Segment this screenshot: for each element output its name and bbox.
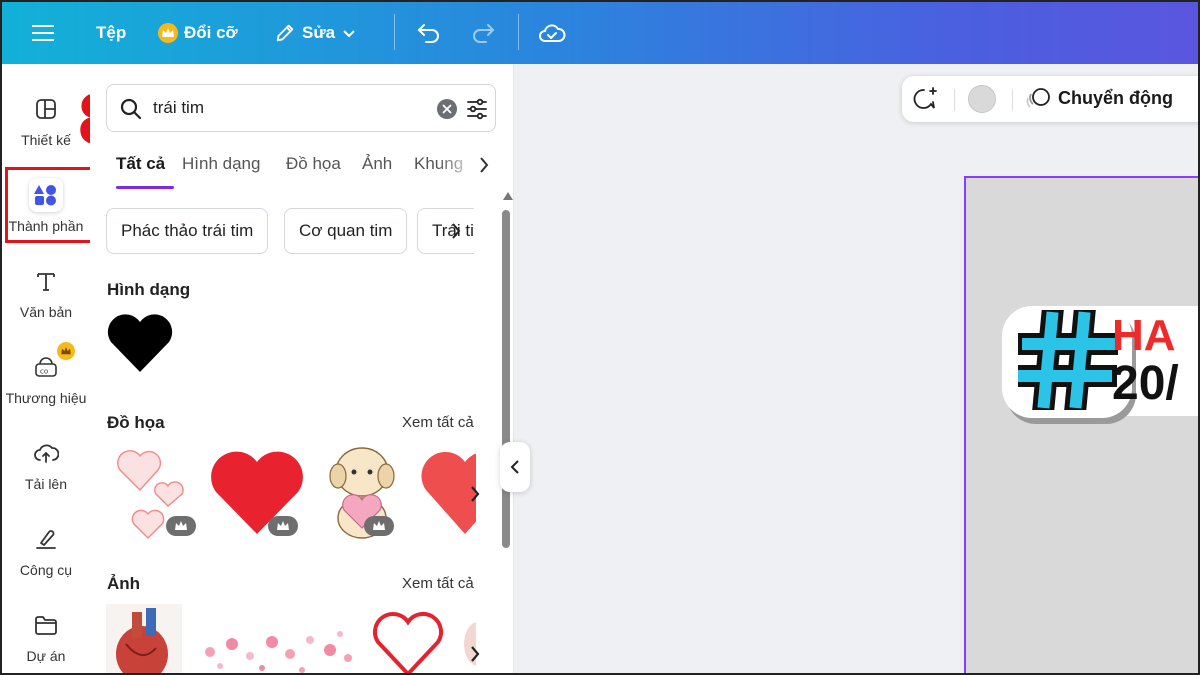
- tab-all[interactable]: Tất cả: [116, 154, 165, 174]
- filter-icon[interactable]: [465, 97, 489, 121]
- redo-icon[interactable]: [470, 2, 496, 64]
- crown-icon: [57, 342, 75, 360]
- search-box: [106, 84, 496, 132]
- top-bar: Tệp Đổi cỡ Sửa: [2, 2, 1198, 64]
- graphic-thumbnail-red-heart[interactable]: [210, 442, 304, 542]
- layout-icon: [29, 92, 63, 126]
- undo-icon[interactable]: [416, 2, 442, 64]
- tab-shapes[interactable]: Hình dạng: [182, 154, 260, 174]
- chip-heart-organ[interactable]: Cơ quan tim: [284, 208, 408, 254]
- color-swatch[interactable]: [968, 85, 996, 113]
- resize-label: Đổi cỡ: [184, 23, 238, 42]
- section-title-shapes: Hình dạng: [107, 280, 191, 299]
- active-tab-indicator: [116, 186, 174, 189]
- clear-search-icon[interactable]: [437, 99, 457, 119]
- search-input[interactable]: [153, 95, 403, 121]
- file-menu-button[interactable]: Tệp: [96, 2, 126, 64]
- rail-item-label: Thiết kế: [21, 132, 71, 148]
- tools-icon: [29, 522, 63, 556]
- text-icon: [29, 264, 63, 298]
- animate-label: Chuyển động: [1058, 87, 1173, 108]
- rail-item-label: Văn bản: [19, 304, 73, 320]
- rail-item-projects[interactable]: Dự án: [2, 598, 90, 673]
- tab-graphics[interactable]: Đồ họa: [286, 154, 341, 174]
- toolbar-divider: [518, 14, 519, 50]
- design-page[interactable]: [964, 176, 1198, 673]
- crown-icon: [268, 516, 298, 536]
- crown-icon: [166, 516, 196, 536]
- scroll-up-arrow[interactable]: [503, 192, 513, 200]
- canvas-toolbar: Chuyển động: [902, 76, 1198, 122]
- photos-row: [106, 604, 476, 673]
- panel-scrollbar[interactable]: [502, 192, 513, 548]
- rail-item-text[interactable]: Văn bản: [2, 254, 90, 330]
- rail-item-brand[interactable]: co Thương hiệu: [2, 340, 90, 416]
- sticker-text-top: HA: [1112, 311, 1176, 360]
- photo-thumbnail-drawn-heart[interactable]: [368, 604, 448, 673]
- category-tabs: Tất cả Hình dạng Đồ họa Ảnh Khung: [106, 146, 496, 190]
- toolbar-divider: [394, 14, 395, 50]
- chevron-right-icon: [471, 646, 480, 662]
- left-rail: Thiết kế Thành phần Văn bản co Thương hi…: [2, 64, 90, 673]
- toolbar-divider: [954, 89, 955, 111]
- app-frame: Tệp Đổi cỡ Sửa Thiết kế Thành phần Văn b…: [0, 0, 1200, 675]
- tab-photos[interactable]: Ảnh: [362, 154, 392, 174]
- brand-icon: co: [29, 342, 75, 384]
- folder-icon: [29, 608, 63, 642]
- rail-item-label: Dự án: [26, 648, 66, 664]
- pencil-icon: [276, 24, 294, 42]
- section-title-photos: Ảnh: [107, 574, 141, 593]
- animate-button[interactable]: Chuyển động: [1026, 86, 1173, 110]
- chip-heart[interactable]: Trái tim: [417, 208, 474, 254]
- chevron-right-icon: [471, 486, 480, 502]
- add-comment-icon[interactable]: [912, 86, 940, 112]
- hashtag-graphic: [1018, 310, 1118, 410]
- upload-cloud-icon: [29, 436, 63, 470]
- chevron-left-icon: [510, 460, 519, 474]
- edit-button[interactable]: Sửa: [274, 2, 357, 64]
- collapse-panel-button[interactable]: [500, 442, 530, 492]
- sticker-text-bottom: 20/: [1112, 357, 1179, 410]
- rail-item-uploads[interactable]: Tải lên: [2, 426, 90, 502]
- graphics-row: [106, 442, 476, 542]
- chevron-right-icon[interactable]: [450, 222, 462, 240]
- cloud-saved-icon[interactable]: [538, 2, 566, 64]
- chevron-right-icon[interactable]: [478, 156, 490, 174]
- rail-item-label: Công cụ: [19, 562, 73, 578]
- rail-item-design[interactable]: Thiết kế: [2, 82, 90, 158]
- resize-button[interactable]: Đổi cỡ: [158, 2, 238, 64]
- menu-icon[interactable]: [32, 2, 54, 64]
- chevron-down-icon: [343, 30, 355, 38]
- heart-shape-thumbnail[interactable]: [106, 312, 174, 374]
- see-all-photos-link[interactable]: Xem tất cả: [402, 575, 474, 592]
- hashtag-sticker[interactable]: HA 20/: [1002, 302, 1198, 422]
- graphic-thumbnail-sketch-hearts[interactable]: [106, 442, 200, 542]
- search-icon: [120, 98, 142, 120]
- suggestion-chips: Phác thảo trái tim Cơ quan tim Trái tim: [106, 208, 474, 256]
- crown-icon: [364, 516, 394, 536]
- see-all-graphics-link[interactable]: Xem tất cả: [402, 414, 474, 431]
- graphics-next-button[interactable]: [466, 474, 484, 514]
- section-title-graphics: Đồ họa: [107, 413, 165, 432]
- photos-next-button[interactable]: [466, 634, 484, 673]
- rail-item-tools[interactable]: Công cụ: [2, 512, 90, 588]
- chip-heart-sketch[interactable]: Phác thảo trái tim: [106, 208, 269, 254]
- photo-thumbnail-heart-organ[interactable]: [106, 604, 182, 673]
- toolbar-divider: [1012, 89, 1013, 111]
- rail-item-label: Tải lên: [24, 476, 68, 492]
- photo-thumbnail-pink-hearts[interactable]: [190, 604, 360, 673]
- graphic-thumbnail-puppy-heart[interactable]: [314, 442, 408, 542]
- rail-item-label: Thương hiệu: [5, 390, 87, 406]
- highlight-box: [5, 167, 93, 243]
- motion-icon: [1026, 88, 1050, 108]
- elements-panel: Tất cả Hình dạng Đồ họa Ảnh Khung Phác t…: [90, 64, 514, 673]
- crown-icon: [158, 23, 178, 43]
- scroll-thumb[interactable]: [502, 210, 510, 548]
- svg-text:co: co: [40, 368, 48, 376]
- edit-label: Sửa: [302, 23, 336, 42]
- tabs-fade: [438, 146, 478, 186]
